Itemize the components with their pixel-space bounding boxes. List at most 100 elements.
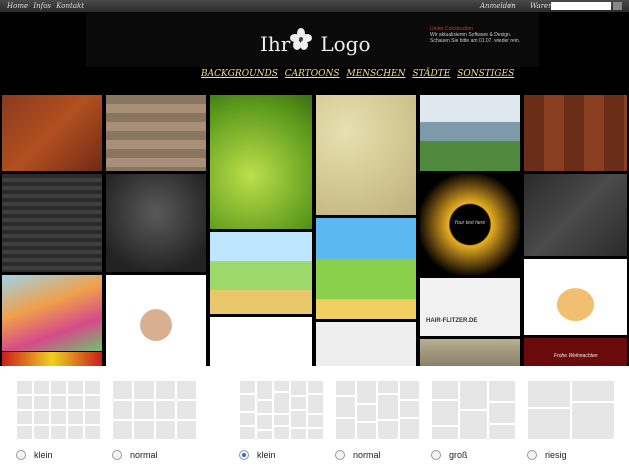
- category-nav: BACKGROUNDS CARTOONS MENSCHEN STÄDTE SON…: [201, 69, 518, 79]
- gallery-tile-christmas[interactable]: Frohe Weihnachten: [524, 338, 627, 366]
- gallery-tile-banner[interactable]: HAIR-FLITZER.DE: [420, 278, 520, 336]
- nav-infos-link[interactable]: Infos: [33, 2, 51, 10]
- layout-thumb-cell: [133, 400, 155, 420]
- radio-masonry-normal-label: normal: [353, 450, 381, 460]
- layout-thumb-cell: [112, 400, 134, 420]
- gallery-tile-street[interactable]: [420, 339, 520, 366]
- layout-thumb-cell: [50, 425, 67, 440]
- gallery-tile-house[interactable]: [316, 218, 416, 319]
- gallery-tile-slate[interactable]: [524, 174, 627, 256]
- category-cartoons[interactable]: CARTOONS: [285, 69, 340, 79]
- layout-thumb-huge-masonry[interactable]: [527, 380, 615, 440]
- nav-kontakt-link[interactable]: Kontakt: [56, 2, 84, 10]
- layout-thumb-cell: [239, 412, 256, 426]
- layout-thumb-cell: [239, 426, 256, 440]
- circle-text: Your text here: [454, 220, 486, 226]
- gallery-tile-dark-room[interactable]: [2, 174, 102, 272]
- layout-thumb-cell: [459, 380, 488, 410]
- category-menschen[interactable]: MENSCHEN: [346, 69, 405, 79]
- radio-masonry-gross[interactable]: [431, 450, 441, 460]
- layout-thumb-cell: [431, 380, 459, 400]
- radio-masonry-riesig[interactable]: [527, 450, 537, 460]
- radio-masonry-normal[interactable]: [335, 450, 345, 460]
- gallery-tile-red[interactable]: [2, 352, 102, 366]
- gallery-tile-dragon[interactable]: [210, 232, 312, 314]
- xmas-text: Frohe Weihnachten: [554, 353, 598, 359]
- layout-thumb-cell: [154, 420, 176, 440]
- layout-options-panel: klein normal klein normal groß riesig: [0, 366, 629, 471]
- radio-masonry-gross-label: groß: [449, 450, 468, 460]
- gallery-tile-bugs[interactable]: [210, 317, 312, 366]
- layout-thumb-cell: [84, 380, 101, 395]
- hibiscus-logo-icon: [290, 28, 312, 50]
- layout-thumb-cell: [16, 395, 33, 410]
- layout-thumb-large-masonry[interactable]: [431, 380, 516, 440]
- layout-thumb-cell: [335, 380, 356, 396]
- layout-thumb-cell: [239, 380, 256, 394]
- layout-thumb-small-masonry[interactable]: [239, 380, 324, 440]
- gallery-tile-wood[interactable]: [106, 95, 206, 171]
- gallery-tile-beige-pattern[interactable]: [316, 95, 416, 215]
- layout-thumb-small-grid[interactable]: [16, 380, 101, 440]
- top-nav: Home Infos Kontakt: [7, 2, 87, 10]
- gallery-tile-gold-circle[interactable]: Your text here: [420, 174, 520, 275]
- layout-thumb-normal-masonry[interactable]: [335, 380, 420, 440]
- layout-thumb-cell: [50, 395, 67, 410]
- layout-thumb-cell: [67, 425, 84, 440]
- layout-thumb-cell: [307, 394, 324, 414]
- layout-thumb-cell: [307, 428, 324, 440]
- gallery-tile-green-floral[interactable]: [210, 95, 312, 229]
- radio-grid-klein[interactable]: [16, 450, 26, 460]
- logo-word-1: Ihr: [260, 32, 291, 56]
- gallery-tile-dark-wood[interactable]: [524, 95, 627, 171]
- search-input[interactable]: [551, 2, 611, 10]
- layout-thumb-cell: [377, 380, 399, 394]
- gallery-tile-sketch[interactable]: [316, 322, 416, 366]
- layout-thumb-cell: [154, 380, 176, 400]
- star-icon: ☆: [507, 1, 515, 10]
- layout-thumb-cell: [527, 408, 571, 440]
- layout-thumb-cell: [154, 400, 176, 420]
- radio-masonry-klein[interactable]: [239, 450, 249, 460]
- banner-text: HAIR-FLITZER.DE: [426, 318, 478, 324]
- radio-grid-normal[interactable]: [112, 450, 122, 460]
- layout-thumb-cell: [377, 420, 399, 440]
- layout-thumb-cell: [273, 426, 290, 440]
- gallery-tile-kings[interactable]: [524, 259, 627, 335]
- layout-thumb-cell: [239, 394, 256, 412]
- layout-thumb-cell: [67, 380, 84, 395]
- top-bar: Home Infos Kontakt Anmelden Warenkorb ☆: [0, 0, 629, 12]
- layout-thumb-cell: [175, 380, 197, 400]
- nav-home-link[interactable]: Home: [7, 2, 28, 10]
- category-sonstiges[interactable]: SONSTIGES: [457, 69, 514, 79]
- gallery-tile-rust[interactable]: [2, 95, 102, 171]
- logo-word-2: Logo: [320, 32, 371, 56]
- site-logo[interactable]: Ihr Logo: [260, 32, 371, 56]
- layout-thumb-cell: [273, 380, 290, 392]
- layout-thumb-cell: [335, 418, 356, 440]
- layout-thumb-cell: [16, 380, 33, 395]
- gallery-tile-coral[interactable]: [2, 275, 102, 351]
- layout-thumb-cell: [133, 380, 155, 400]
- gallery-tile-grunge[interactable]: [106, 174, 206, 272]
- gallery-tile-bunny[interactable]: [106, 275, 206, 366]
- layout-thumb-cell: [459, 410, 488, 440]
- layout-thumb-cell: [175, 420, 197, 440]
- under-construction-notice: Under Construction Wir aktualisieren Sof…: [430, 26, 540, 44]
- layout-thumb-cell: [290, 380, 307, 396]
- notice-line-2: Schauen Sie bitte am 01.07. wieder rein.: [430, 38, 521, 44]
- layout-thumb-cell: [112, 420, 134, 440]
- layout-thumb-cell: [488, 424, 516, 440]
- layout-thumb-cell: [335, 396, 356, 418]
- radio-grid-klein-label: klein: [34, 450, 53, 460]
- layout-thumb-cell: [290, 410, 307, 428]
- layout-thumb-cell: [256, 380, 273, 400]
- layout-thumb-normal-grid[interactable]: [112, 380, 197, 440]
- search-button[interactable]: [613, 2, 622, 10]
- category-backgrounds[interactable]: BACKGROUNDS: [201, 69, 278, 79]
- layout-thumb-cell: [356, 380, 377, 404]
- layout-thumb-cell: [488, 402, 516, 424]
- category-staedte[interactable]: STÄDTE: [412, 69, 450, 79]
- layout-thumb-cell: [112, 380, 134, 400]
- gallery-tile-lake[interactable]: [420, 95, 520, 171]
